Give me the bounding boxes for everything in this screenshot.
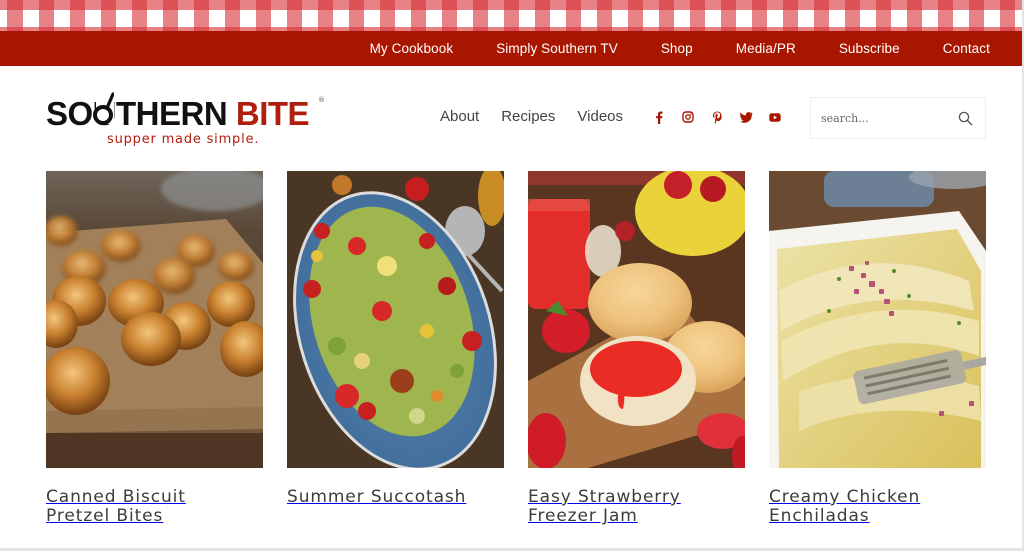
gingham-horizontal-stripes <box>0 0 1024 31</box>
logo-word-southern: SOUTHERN <box>46 95 228 132</box>
succotash-image <box>287 171 504 468</box>
main-nav-recipes[interactable]: Recipes <box>501 108 555 125</box>
strawberry-jam-image <box>528 171 745 468</box>
recipe-title[interactable]: Easy Strawberry Freezer Jam <box>528 488 728 526</box>
site-logo[interactable]: SOUTHERN BITE ® supper made simple. <box>46 92 331 154</box>
logo-tagline: supper made simple. <box>107 132 260 147</box>
search-icon[interactable] <box>958 111 973 126</box>
top-nav-bar: My Cookbook Simply Southern TV Shop Medi… <box>0 31 1022 66</box>
youtube-icon[interactable] <box>768 110 782 124</box>
top-nav-simply-southern-tv[interactable]: Simply Southern TV <box>496 41 618 56</box>
recipe-grid: Canned Biscuit Pretzel Bites Summer Succ… <box>46 171 1010 526</box>
recipe-card[interactable]: Canned Biscuit Pretzel Bites <box>46 171 263 526</box>
recipe-card[interactable]: Creamy Chicken Enchiladas <box>769 171 986 526</box>
search-input[interactable] <box>821 111 941 125</box>
pretzel-bites-image <box>46 171 263 468</box>
recipe-title[interactable]: Canned Biscuit Pretzel Bites <box>46 488 246 526</box>
recipe-title[interactable]: Summer Succotash <box>287 488 487 507</box>
gingham-banner <box>0 0 1024 31</box>
pinterest-icon[interactable] <box>710 110 724 124</box>
facebook-icon[interactable] <box>652 110 666 124</box>
main-nav-about[interactable]: About <box>440 108 479 125</box>
succotash-photo[interactable] <box>287 171 504 468</box>
top-nav-contact[interactable]: Contact <box>943 41 990 56</box>
recipe-title[interactable]: Creamy Chicken Enchiladas <box>769 488 969 526</box>
twitter-icon[interactable] <box>739 110 753 124</box>
main-nav-videos[interactable]: Videos <box>577 108 623 125</box>
social-links <box>652 110 797 124</box>
recipe-card[interactable]: Easy Strawberry Freezer Jam <box>528 171 745 526</box>
enchiladas-image <box>769 171 986 468</box>
enchiladas-photo[interactable] <box>769 171 986 468</box>
main-nav: About Recipes Videos <box>440 108 645 125</box>
top-nav-subscribe[interactable]: Subscribe <box>839 41 900 56</box>
skillet-icon <box>93 92 114 125</box>
strawberry-jam-photo[interactable] <box>528 171 745 468</box>
top-nav-media-pr[interactable]: Media/PR <box>736 41 796 56</box>
registered-mark: ® <box>318 96 325 104</box>
pretzel-bites-photo[interactable] <box>46 171 263 468</box>
top-nav-my-cookbook[interactable]: My Cookbook <box>370 41 454 56</box>
search-box <box>810 97 986 139</box>
logo-word-bite: BITE <box>235 95 310 132</box>
instagram-icon[interactable] <box>681 110 695 124</box>
top-nav-shop[interactable]: Shop <box>661 41 693 56</box>
recipe-card[interactable]: Summer Succotash <box>287 171 504 526</box>
logo-wordmark: SOUTHERN BITE <box>46 94 310 134</box>
